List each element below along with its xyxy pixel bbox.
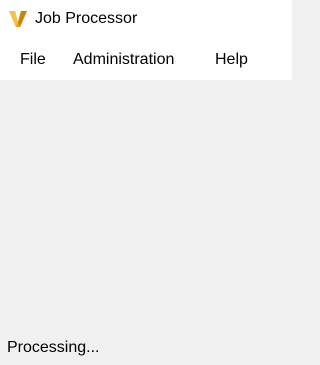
- title-bar[interactable]: Job Processor: [0, 0, 292, 40]
- job-processor-window: Job Processor File Administration Help P…: [0, 0, 292, 365]
- main-content-area: [0, 80, 292, 330]
- status-text: Processing...: [7, 339, 100, 356]
- menu-help[interactable]: Help: [215, 40, 248, 80]
- menu-administration[interactable]: Administration: [73, 40, 174, 80]
- vault-v-logo-icon: [7, 8, 29, 30]
- status-bar: Processing...: [0, 332, 292, 365]
- menu-bar: File Administration Help: [0, 40, 292, 80]
- menu-file[interactable]: File: [20, 40, 46, 80]
- window-title: Job Processor: [35, 10, 138, 27]
